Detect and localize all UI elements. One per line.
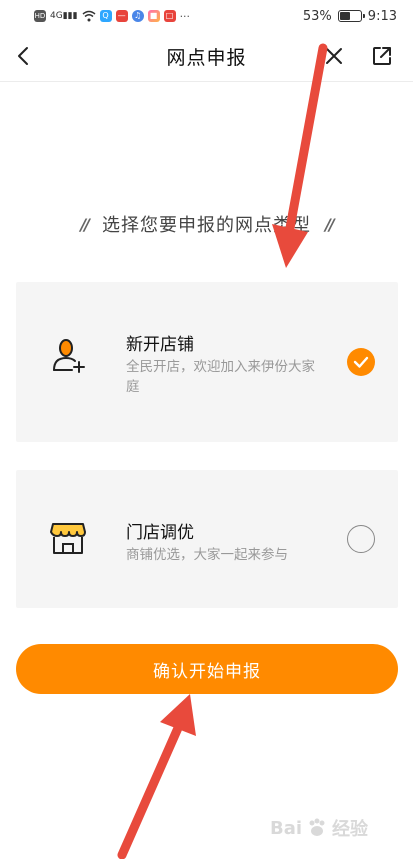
clock: 9:13 [367, 8, 397, 24]
user-add-icon [53, 339, 85, 373]
close-icon[interactable] [322, 44, 346, 68]
app-icon: Q [99, 10, 112, 22]
nav-bar: 网点申报 [0, 32, 413, 82]
status-right: 53% 9:13 [303, 9, 397, 24]
annotation-arrow-line [117, 723, 183, 859]
slash-decoration: // [325, 214, 335, 234]
hd-icon: HD [34, 10, 46, 22]
wifi-icon [82, 10, 96, 22]
share-icon[interactable] [370, 44, 394, 68]
section-title: 选择您要申报的网点类型 [102, 215, 311, 236]
more-dots-icon: ··· [179, 9, 191, 23]
option-store-optimize[interactable]: 门店调优 商铺优选，大家一起来参与 [16, 470, 398, 608]
app-icon: ♫ [131, 10, 144, 22]
status-left: HD 4G▮▮▮ Q — ♫ ■ □ ··· [34, 10, 190, 23]
confirm-button[interactable]: 确认开始申报 [16, 644, 398, 694]
check-icon [353, 356, 369, 368]
slash-decoration: // [80, 214, 90, 234]
section-header: // 选择您要申报的网点类型 // [0, 206, 413, 242]
back-icon[interactable] [12, 44, 36, 68]
paw-icon [309, 818, 325, 836]
app-icon: — [115, 10, 128, 22]
status-bar: HD 4G▮▮▮ Q — ♫ ■ □ ··· 53% 9:13 [0, 0, 413, 32]
battery-icon [337, 10, 365, 22]
app-icon: □ [163, 10, 176, 22]
radio-checked[interactable] [347, 348, 375, 376]
radio-unchecked[interactable] [347, 525, 375, 553]
storefront-icon [50, 523, 86, 554]
option-description: 全民开店，欢迎加入来伊份大家庭 [126, 359, 315, 395]
annotation-arrowhead [160, 694, 196, 736]
4g-signal-icon: 4G▮▮▮ [50, 11, 78, 21]
battery-fill [339, 12, 350, 20]
option-title: 新开店铺 [126, 335, 194, 355]
battery-percent: 53% [302, 8, 332, 24]
option-new-store[interactable]: 新开店铺 全民开店，欢迎加入来伊份大家庭 [16, 282, 398, 442]
page-title: 网点申报 [166, 47, 247, 69]
app-icon: ■ [147, 10, 160, 22]
option-title: 门店调优 [126, 523, 194, 543]
baidu-watermark-logo: Bai 经验 [270, 817, 369, 841]
option-description: 商铺优选，大家一起来参与 [126, 547, 288, 563]
